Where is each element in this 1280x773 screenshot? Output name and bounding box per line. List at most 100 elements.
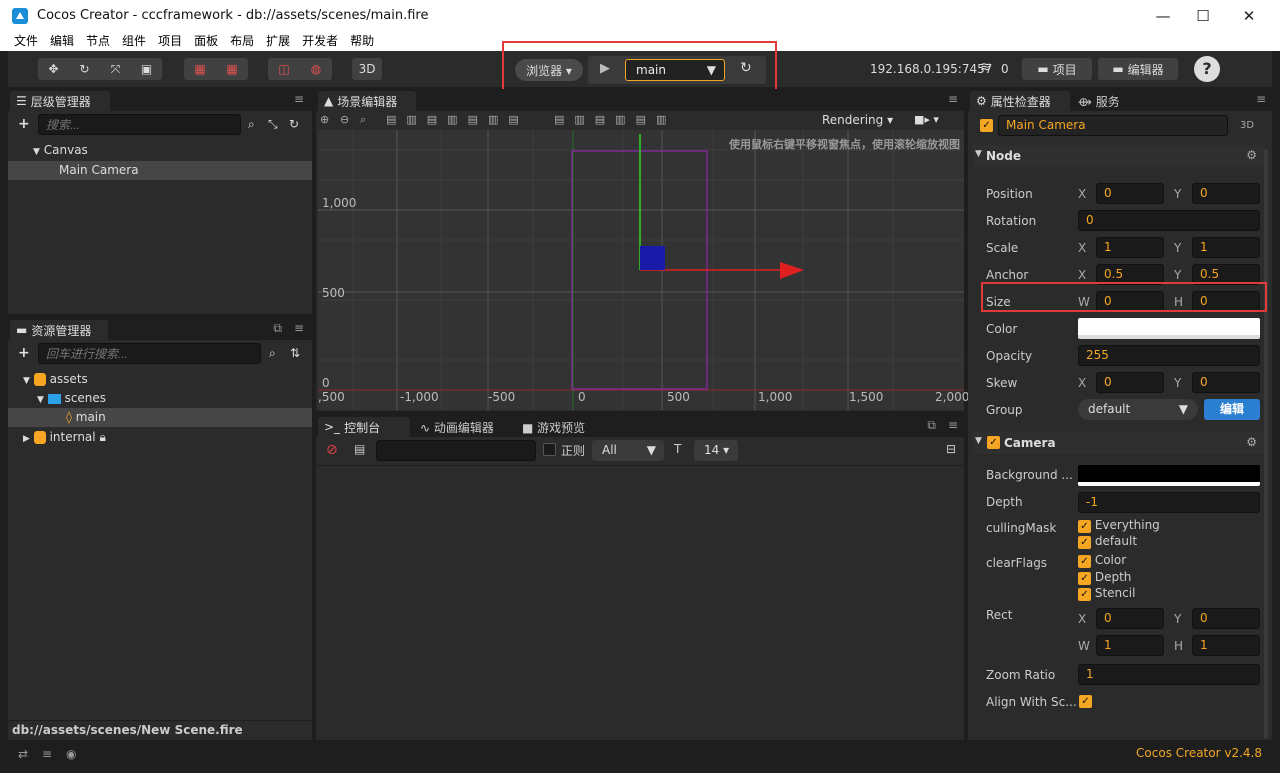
clear-stencil[interactable]: ✓ Stencil — [1078, 586, 1135, 601]
tab-game-preview[interactable]: ■ 游戏预览 — [522, 419, 585, 436]
editor-button[interactable]: ▬ 编辑器 — [1098, 58, 1178, 80]
panel-menu-icon[interactable]: ≡ — [948, 418, 958, 432]
search-icon[interactable]: ⌕ — [269, 346, 276, 361]
gear-icon[interactable]: ⚙ — [1246, 435, 1257, 449]
tab-animation[interactable]: ∿ 动画编辑器 — [420, 419, 494, 436]
collapse-icon[interactable]: ⤡ — [268, 117, 278, 132]
edit-group-button[interactable]: 编辑 — [1204, 399, 1260, 420]
add-asset-icon[interactable]: + — [18, 345, 30, 361]
scale-tool-icon[interactable]: ⤧ — [100, 62, 131, 77]
scale-x-input[interactable]: 1 — [1096, 237, 1164, 258]
log-level-select[interactable]: All ▼ — [592, 440, 664, 461]
tree-item-scenes[interactable]: ▼ scenes — [37, 391, 106, 405]
opacity-input[interactable]: 255 — [1078, 345, 1260, 366]
project-button[interactable]: ▬ 项目 — [1022, 58, 1092, 80]
clear-depth[interactable]: ✓ Depth — [1078, 570, 1131, 585]
mode-3d-button[interactable]: 3D — [352, 58, 382, 80]
tab-inspector[interactable]: ⚙ 属性检查器 — [970, 91, 1070, 111]
inspector-scrollbar[interactable] — [1264, 149, 1268, 739]
tree-item-canvas[interactable]: ▼ Canvas — [33, 143, 88, 157]
popout-icon[interactable]: ⧉ — [927, 418, 936, 433]
menu-node[interactable]: 节点 — [80, 31, 116, 51]
align-tools-icon[interactable]: ▤▥▤▥▤▥▤ — [386, 113, 529, 126]
culling-default[interactable]: ✓ default — [1078, 534, 1137, 549]
rect-h-input[interactable]: 1 — [1192, 635, 1260, 656]
tab-services[interactable]: ⟴ 服务 — [1078, 93, 1120, 110]
tab-assets[interactable]: ▬ 资源管理器 — [10, 320, 108, 340]
rect-y-input[interactable]: 0 — [1192, 608, 1260, 629]
maximize-button[interactable]: ☐ — [1180, 0, 1226, 31]
eye-icon[interactable]: ◉ — [66, 747, 76, 761]
camera-icon[interactable]: ■▸ ▾ — [914, 113, 939, 126]
rotate-tool-icon[interactable]: ↻ — [69, 62, 100, 76]
rotation-input[interactable]: 0 — [1078, 210, 1260, 231]
panel-menu-icon[interactable]: ≡ — [948, 92, 958, 106]
tree-item-assets[interactable]: ▼ assets — [23, 372, 88, 386]
scene-viewport[interactable]: 使用鼠标右键平移视窗焦点，使用滚轮缩放视图 1,000 500 0 ,500 -… — [318, 130, 969, 410]
position-y-input[interactable]: 0 — [1192, 183, 1260, 204]
menu-help[interactable]: 帮助 — [344, 31, 380, 51]
popout-icon[interactable]: ⧉ — [273, 321, 282, 336]
zoom-in-icon[interactable]: ⊕ — [320, 113, 329, 126]
search-icon[interactable]: ⌕ — [248, 117, 255, 132]
tree-item-main[interactable]: ◊ main — [66, 410, 106, 424]
node-active-checkbox[interactable]: ✓ — [980, 119, 993, 132]
skew-y-input[interactable]: 0 — [1192, 372, 1260, 393]
group-select[interactable]: default ▼ — [1078, 399, 1198, 420]
font-size-select[interactable]: 14 ▾ — [694, 440, 738, 461]
position-x-input[interactable]: 0 — [1096, 183, 1164, 204]
add-node-icon[interactable]: + — [18, 116, 30, 132]
rect-tool-icon[interactable]: ▣ — [131, 62, 162, 76]
clear-icon[interactable]: ⊘ — [326, 442, 338, 458]
gear-icon[interactable]: ⚙ — [1246, 148, 1257, 162]
sort-icon[interactable]: ⇅ — [290, 346, 300, 360]
sync-icon[interactable]: ⇄ — [18, 747, 28, 761]
tree-item-internal[interactable]: ▶ internal 🔒︎ — [23, 430, 106, 445]
zoom-reset-icon[interactable]: ⌕ — [360, 113, 366, 127]
refresh-icon[interactable]: ↻ — [289, 117, 299, 131]
panel-menu-icon[interactable]: ≡ — [1256, 92, 1266, 106]
help-icon[interactable]: ? — [1194, 56, 1220, 82]
panel-menu-icon[interactable]: ≡ — [294, 92, 304, 106]
camera-section-header[interactable]: ▼ ✓ Camera ⚙ — [973, 432, 1265, 454]
rendering-select[interactable]: Rendering ▾ — [822, 113, 893, 127]
tab-scene-editor[interactable]: ▲ 场景编辑器 — [318, 91, 416, 111]
node-name-input[interactable]: Main Camera — [998, 115, 1228, 136]
menu-developer[interactable]: 开发者 — [296, 31, 344, 51]
scale-y-input[interactable]: 1 — [1192, 237, 1260, 258]
snap-icon[interactable]: ◫ — [268, 62, 300, 76]
local-icon[interactable]: ▦ — [216, 62, 248, 76]
tab-hierarchy[interactable]: ☰ 层级管理器 — [10, 91, 110, 111]
gizmo-icon[interactable]: ◍ — [300, 62, 332, 76]
panel-menu-icon[interactable]: ≡ — [294, 321, 304, 335]
menu-project[interactable]: 项目 — [152, 31, 188, 51]
distribute-tools-icon[interactable]: ▤▥▤▥▤▥ — [554, 113, 676, 126]
menu-panel[interactable]: 面板 — [188, 31, 224, 51]
rect-x-input[interactable]: 0 — [1096, 608, 1164, 629]
menu-layout[interactable]: 布局 — [224, 31, 260, 51]
menu-edit[interactable]: 编辑 — [44, 31, 80, 51]
align-with-screen-checkbox[interactable]: ✓ — [1079, 695, 1092, 708]
zoom-ratio-input[interactable]: 1 — [1078, 664, 1260, 685]
pivot-icon[interactable]: ▦ — [184, 62, 216, 76]
collapse-console-icon[interactable]: ⊟ — [946, 442, 956, 456]
background-color-swatch[interactable] — [1078, 465, 1260, 486]
tree-item-main-camera[interactable]: Main Camera — [59, 163, 139, 177]
regex-checkbox[interactable] — [543, 443, 556, 456]
node-section-header[interactable]: ▼ Node ⚙ — [973, 145, 1265, 167]
assets-search-input[interactable] — [38, 343, 261, 364]
hierarchy-search-input[interactable] — [38, 114, 241, 135]
console-filter-input[interactable] — [376, 440, 536, 461]
culling-everything[interactable]: ✓ Everything — [1078, 518, 1160, 533]
close-button[interactable]: ✕ — [1226, 0, 1272, 31]
skew-x-input[interactable]: 0 — [1096, 372, 1164, 393]
zoom-out-icon[interactable]: ⊖ — [340, 113, 349, 126]
menu-component[interactable]: 组件 — [116, 31, 152, 51]
color-swatch[interactable] — [1078, 318, 1260, 339]
clear-color[interactable]: ✓ Color — [1078, 553, 1126, 568]
menu-file[interactable]: 文件 — [8, 31, 44, 51]
move-tool-icon[interactable]: ✥ — [38, 62, 69, 76]
depth-input[interactable]: -1 — [1078, 492, 1260, 513]
log-file-icon[interactable]: ▤ — [354, 442, 365, 456]
database-icon[interactable]: ≡ — [42, 747, 52, 761]
